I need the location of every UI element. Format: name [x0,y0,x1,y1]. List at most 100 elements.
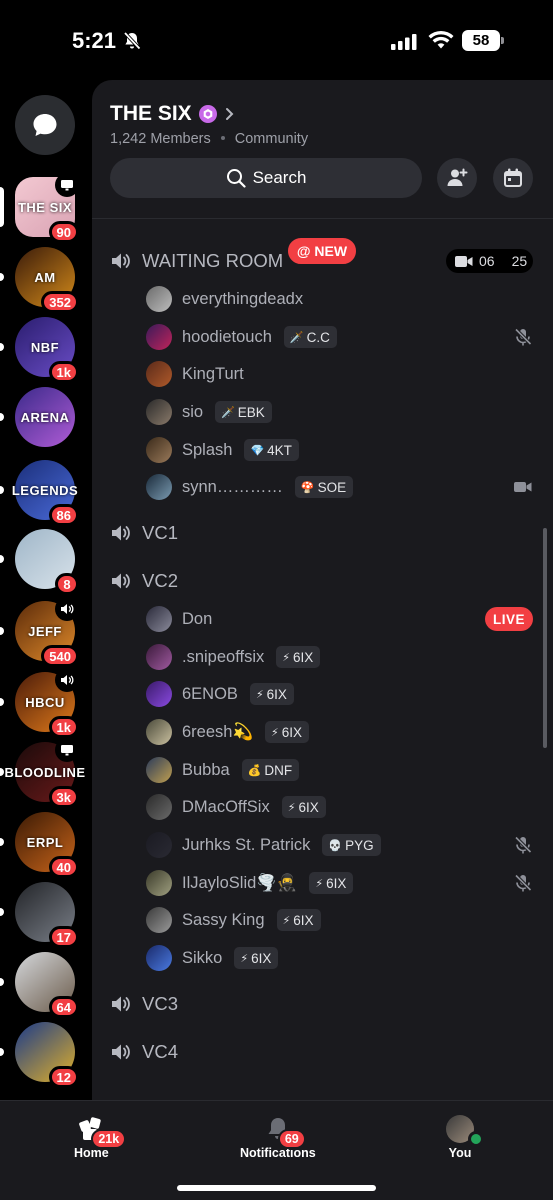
server-type: Community [234,131,309,147]
chevron-right-icon [225,108,234,120]
speaker-icon [112,525,130,541]
avatar [146,832,172,858]
battery-nub [501,37,504,44]
server-header[interactable]: THE SIX [110,102,236,126]
voice-user[interactable]: Splash 💎 4KT [146,436,299,464]
unread-indicator [0,627,4,635]
unread-indicator [0,187,4,227]
server-tag: ⚡ 6IX [234,947,279,969]
unread-badge: 540 [41,645,79,667]
voice-user[interactable]: IlJayloSlid🌪️🥷 ⚡ 6IX [146,869,354,897]
unread-badge: 1k [48,716,79,738]
server-blue-server[interactable]: 12 [15,1022,79,1088]
username: sio [182,402,204,421]
voice-user[interactable]: hoodietouch 🗡️ C.C [146,323,337,351]
username: Sikko [182,948,223,967]
tag-emblem-icon: 💀 [328,839,343,852]
scrollbar[interactable] [543,528,547,748]
home-icon: 21k [77,1115,127,1149]
unread-badge: 40 [48,856,79,878]
server-nbf-league[interactable]: NBF 1k [15,317,79,383]
tab-notifications[interactable]: 69 Notifications [240,1115,316,1160]
server-tag: ⚡ 6IX [276,909,321,931]
tag-text: PYG [345,837,374,853]
server-tag: 💰 DNF [241,759,300,781]
voice-user[interactable]: .snipeoffsix ⚡ 6IX [146,643,321,671]
channel-name: VC3 [142,993,178,1014]
home-indicator[interactable] [177,1185,376,1191]
bell-muted-icon [123,31,141,50]
wifi-icon [428,30,454,49]
voice-user[interactable]: 6ENOB ⚡ 6IX [146,680,294,708]
channel-vc3[interactable]: VC3 [110,989,178,1019]
invite-button[interactable] [437,158,477,198]
server-photo-server[interactable]: 17 [15,882,79,948]
voice-user[interactable]: Sassy King ⚡ 6IX [146,906,321,934]
channel-name: VC2 [142,570,178,591]
voice-user[interactable]: Sikko ⚡ 6IX [146,944,279,972]
tag-text: 6IX [298,799,319,815]
server-icon-label: ARENA [20,409,70,425]
unread-badge: 86 [48,504,79,526]
tab-label: Notifications [240,1146,316,1160]
voice-user[interactable]: DMacOffSix ⚡ 6IX [146,793,326,821]
server-legends[interactable]: LEGENDS 86 [12,460,79,526]
server-arena[interactable]: ARENA [15,387,75,447]
server-tag: 💎 4KT [244,439,299,461]
tab-you[interactable]: You [446,1115,484,1160]
direct-messages-button[interactable] [15,95,75,155]
tab-label: You [448,1146,472,1160]
search-button[interactable]: Search [110,158,422,198]
channel-name: VC4 [142,1041,178,1062]
server-aur-hbcu[interactable]: HBCU 1k [15,668,79,738]
tag-text: C.C [306,329,330,345]
voice-user[interactable]: 6reesh💫 ⚡ 6IX [146,718,309,746]
username: Bubba [182,760,230,779]
home-badge: 21k [91,1129,127,1149]
profile-avatar [446,1115,484,1147]
voice-user[interactable]: everythingdeadx [146,285,303,313]
member-count: 1,242 Members [110,131,211,147]
tag-emblem-icon: 💎 [250,444,265,457]
channel-vc4[interactable]: VC4 [110,1037,178,1067]
server-selfie-server[interactable]: 64 [15,952,79,1018]
search-label: Search [252,168,307,187]
events-button[interactable] [493,158,533,198]
notifications-badge: 69 [277,1129,306,1149]
server-tag: 🍄 SOE [294,476,354,498]
unread-indicator [0,486,4,494]
channel-vc1[interactable]: VC1 [110,518,178,548]
username: 6ENOB [182,684,238,703]
screen-share-icon [55,738,79,762]
username: Splash [182,440,233,459]
tag-emblem-icon: ⚡ [255,688,264,701]
server-bloodline[interactable]: BLOODLINE 3k [4,738,85,808]
channel-waiting-room[interactable]: WAITING ROOM [110,246,283,276]
server-the-six[interactable]: THE SIX 90 [15,173,79,243]
server-jeff-chat[interactable]: JEFF 540 [15,597,79,667]
server-erpl[interactable]: ERPL 40 [15,812,79,878]
tab-home[interactable]: 21k Home [74,1115,127,1160]
voice-user[interactable]: KingTurt [146,360,244,388]
server-meta: 1,242 Members Community [110,131,308,147]
voice-user[interactable]: sio 🗡️ EBK [146,398,272,426]
server-rail: THE SIX 90 AM 352 NBF 1k ARENA LEGENDS 86 8 JEFF 54… [0,80,92,1100]
server-cartoon-server[interactable]: 8 [15,529,79,595]
unread-indicator [0,555,4,563]
server-arboit-madden[interactable]: AM 352 [15,247,79,313]
voice-speaker-icon [55,597,79,621]
avatar [146,606,172,632]
unread-badge: 8 [55,573,79,595]
voice-user[interactable]: Jurhks St. Patrick 💀 PYG [146,831,381,859]
channel-vc2[interactable]: VC2 [110,566,178,596]
avatar [146,399,172,425]
unread-indicator [0,273,4,281]
tag-text: SOE [317,479,347,495]
username: hoodietouch [182,327,272,346]
channel-name: WAITING ROOM [142,250,284,271]
voice-user[interactable]: Bubba 💰 DNF [146,756,300,784]
voice-user[interactable]: synn………… 🍄 SOE [146,473,354,501]
voice-user[interactable]: Don [146,605,212,633]
tag-emblem-icon: ⚡ [282,651,290,664]
new-mentions-badge[interactable]: @ NEW [286,236,358,266]
